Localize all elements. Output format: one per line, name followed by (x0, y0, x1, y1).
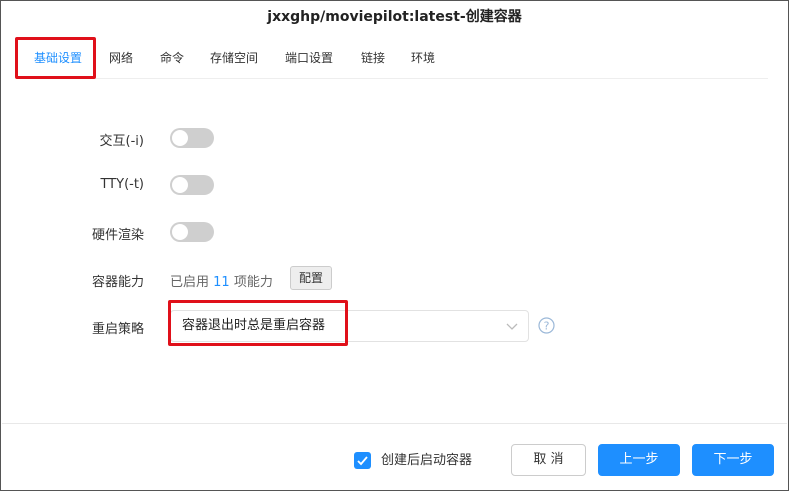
tty-label: TTY(-t) (100, 177, 144, 192)
tab-ports[interactable]: 端口设置 (285, 45, 333, 79)
capabilities-label: 容器能力 (91, 275, 144, 290)
capabilities-count: 11 (213, 275, 230, 290)
help-circle-icon[interactable]: ? (538, 317, 555, 334)
start-after-create-label[interactable]: 创建后启动容器 (381, 452, 472, 469)
tty-toggle[interactable] (170, 175, 214, 195)
configure-capabilities-button[interactable]: 配置 (290, 266, 332, 290)
tab-storage[interactable]: 存储空间 (210, 45, 258, 79)
tab-environment[interactable]: 环境 (411, 45, 435, 79)
interactive-label: 交互(-i) (99, 134, 144, 149)
check-icon (357, 456, 368, 466)
restart-policy-select[interactable]: 容器退出时总是重启容器 (170, 310, 529, 342)
tab-command[interactable]: 命令 (160, 45, 184, 79)
toggle-knob (172, 177, 188, 193)
capabilities-prefix: 已启用 (170, 275, 210, 290)
hw-render-label: 硬件渲染 (91, 228, 144, 243)
dialog-title: jxxghp/moviepilot:latest-创建容器 (267, 9, 522, 25)
cancel-button[interactable]: 取 消 (511, 444, 586, 476)
tab-links[interactable]: 链接 (361, 45, 385, 79)
tab-basic-settings[interactable]: 基础设置 (34, 45, 83, 79)
create-container-dialog: jxxghp/moviepilot:latest-创建容器 基础设置 网络 命令… (0, 0, 789, 491)
hw-render-toggle[interactable] (170, 222, 214, 242)
capabilities-summary: 已启用 11 项能力 (170, 271, 273, 290)
tab-bar: 基础设置 网络 命令 存储空间 端口设置 链接 环境 (21, 45, 768, 79)
capabilities-suffix: 项能力 (233, 275, 273, 290)
previous-step-button[interactable]: 上一步 (598, 444, 680, 476)
toggle-knob (172, 224, 188, 240)
restart-policy-label: 重启策略 (91, 322, 144, 337)
restart-policy-value: 容器退出时总是重启容器 (182, 318, 326, 333)
tab-network[interactable]: 网络 (109, 45, 133, 79)
interactive-toggle[interactable] (170, 128, 214, 148)
next-step-button[interactable]: 下一步 (692, 444, 774, 476)
start-after-create-checkbox[interactable] (354, 452, 371, 469)
footer-divider (2, 423, 787, 424)
svg-text:?: ? (544, 320, 550, 333)
chevron-down-icon (506, 323, 518, 330)
toggle-knob (172, 130, 188, 146)
